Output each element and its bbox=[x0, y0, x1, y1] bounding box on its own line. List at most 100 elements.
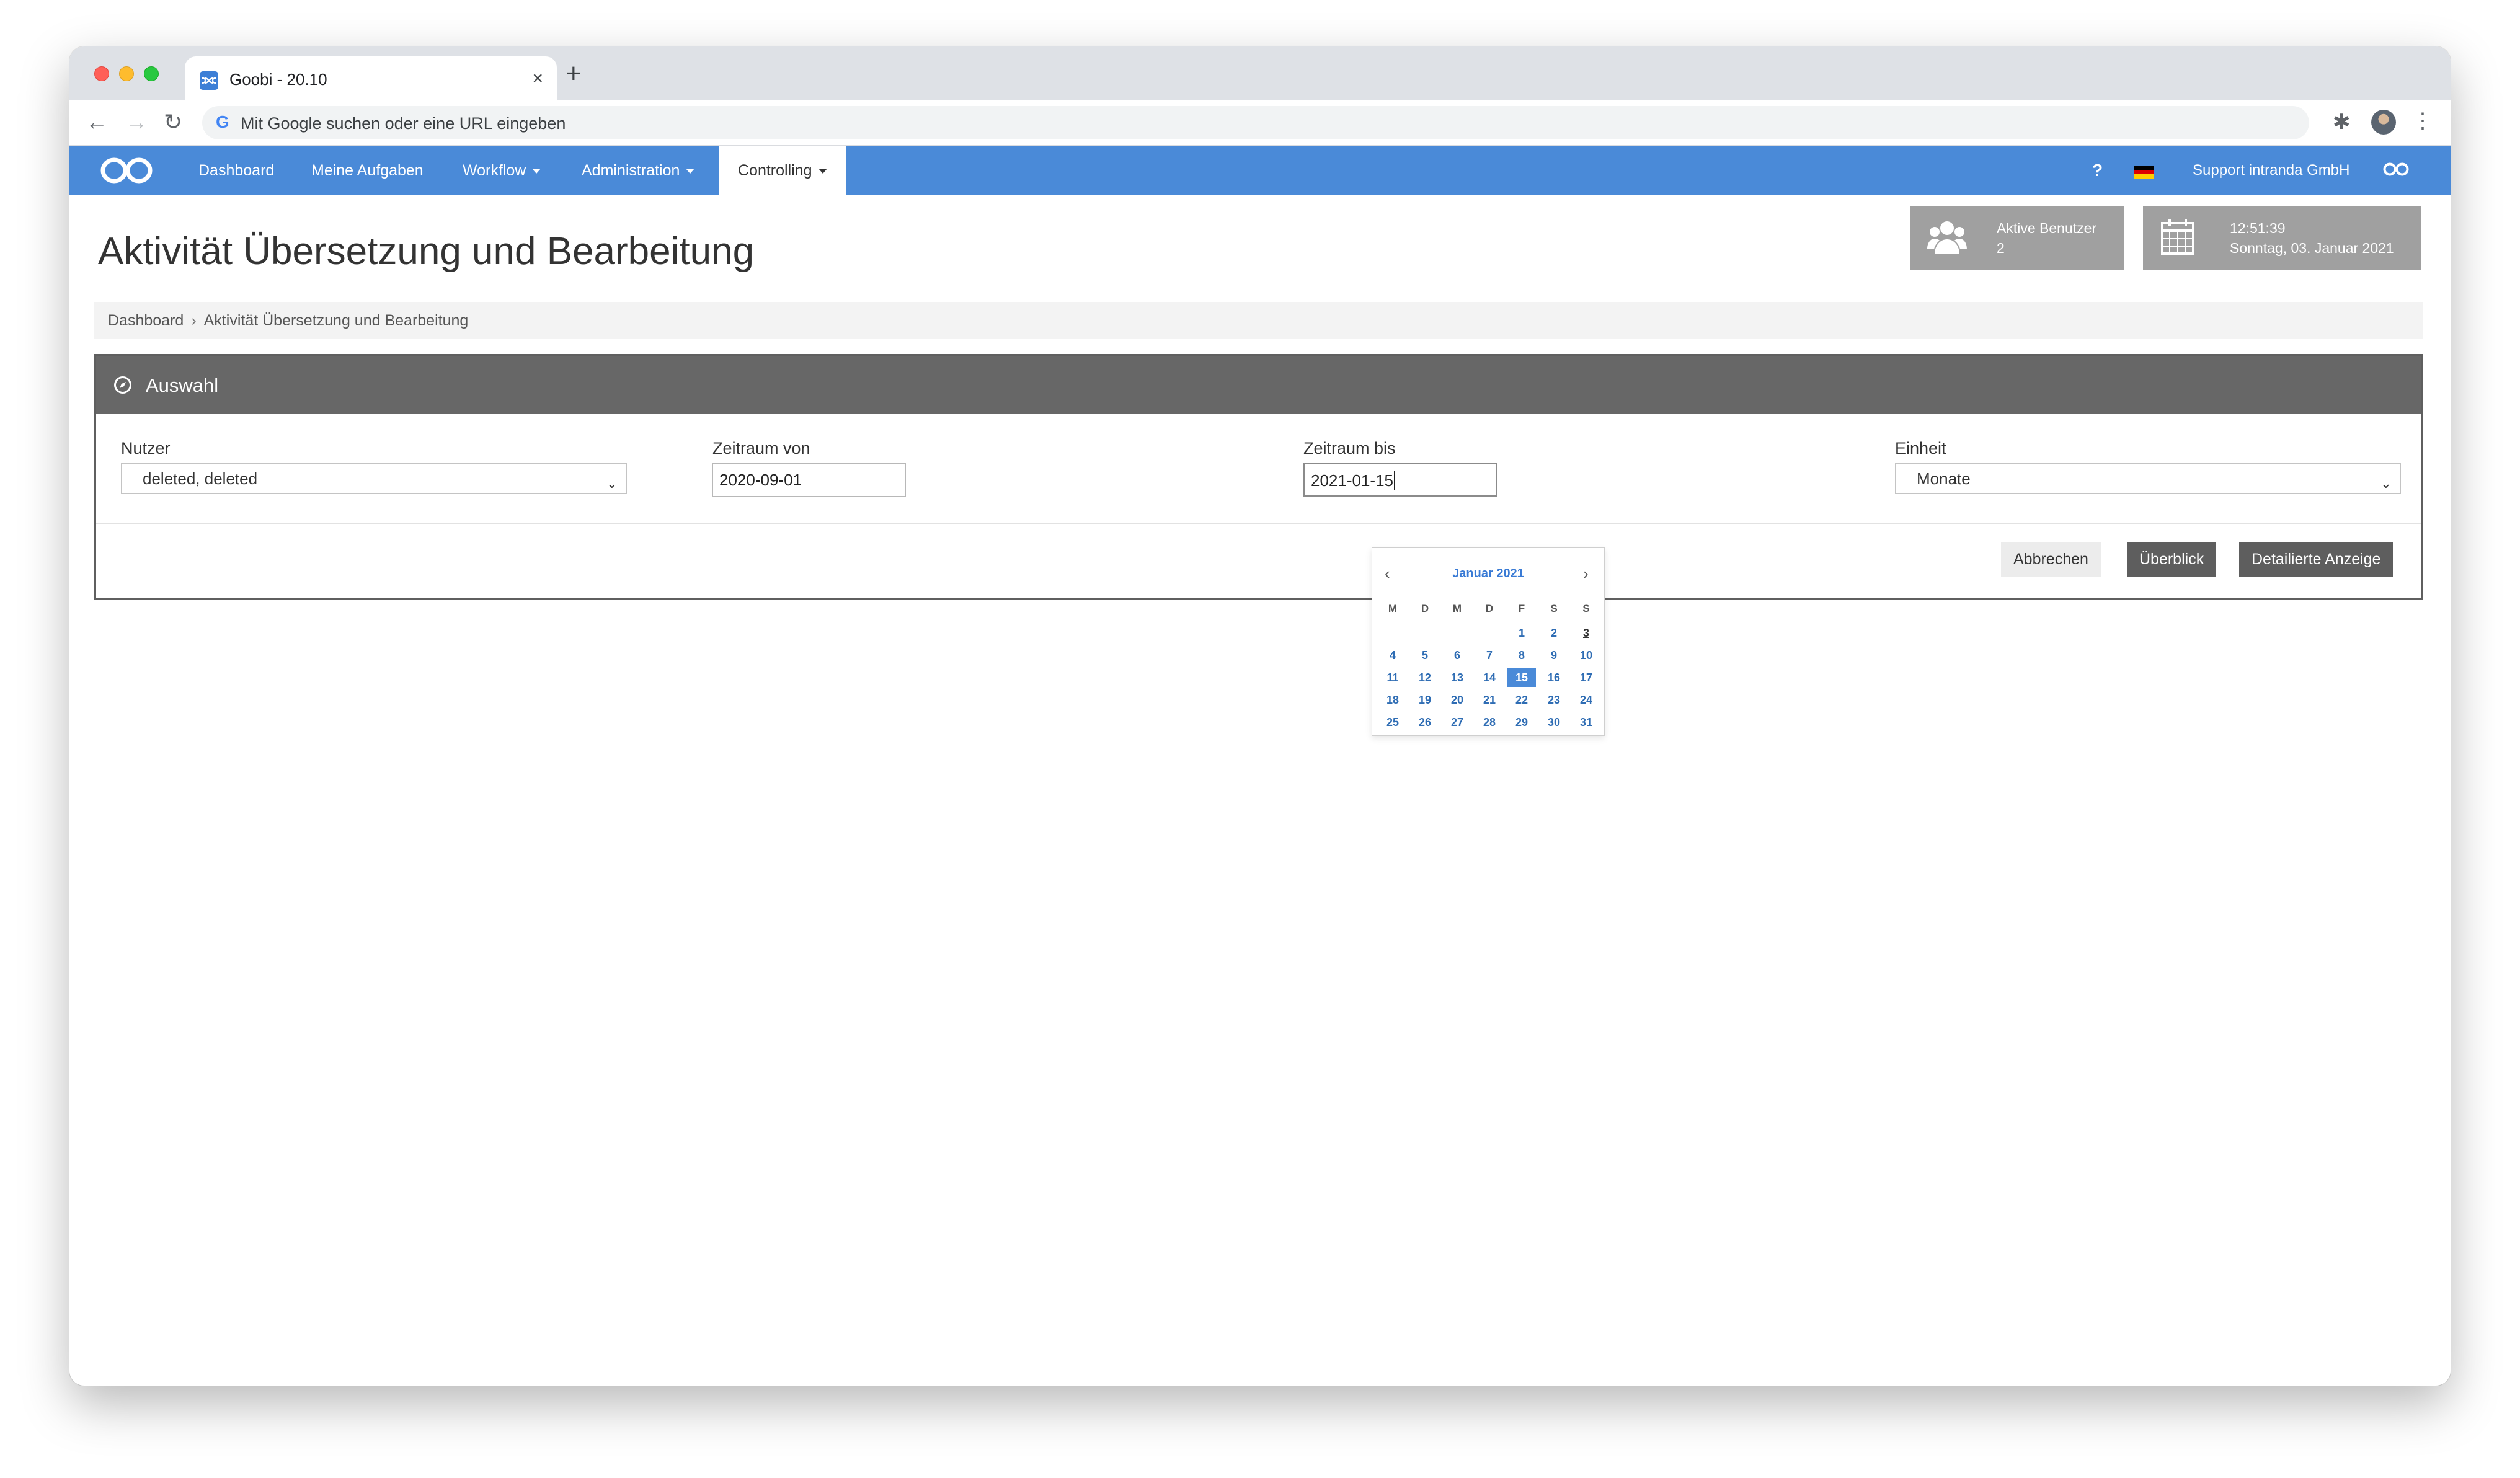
active-users-count: 2 bbox=[1997, 240, 2005, 256]
calendar-day[interactable]: 12 bbox=[1411, 668, 1439, 687]
weekday-header: D bbox=[1421, 603, 1429, 614]
nav-workflow-label: Workflow bbox=[463, 162, 526, 179]
google-icon: G bbox=[216, 112, 229, 131]
calendar-day[interactable]: 16 bbox=[1540, 668, 1568, 687]
tab-close-icon[interactable]: × bbox=[532, 68, 543, 90]
calendar-day[interactable]: 11 bbox=[1378, 668, 1407, 687]
chevron-down-icon: ⌄ bbox=[606, 476, 618, 491]
arrow-left-icon[interactable]: ← bbox=[86, 108, 108, 136]
nutzer-label: Nutzer bbox=[121, 439, 171, 458]
new-tab-button[interactable]: + bbox=[566, 60, 582, 87]
close-window-button[interactable] bbox=[94, 66, 109, 81]
address-placeholder: Mit Google suchen oder eine URL eingeben bbox=[241, 114, 566, 133]
datepicker-month-title[interactable]: Januar 2021 bbox=[1372, 567, 1604, 581]
puzzle-icon[interactable]: ✱ bbox=[2333, 110, 2351, 135]
breadcrumb: Dashboard › Aktivität Übersetzung und Bear… bbox=[94, 302, 2423, 339]
calendar-day[interactable]: 10 bbox=[1572, 646, 1600, 665]
tab-strip: Goobi - 20.10 × + bbox=[69, 46, 2451, 100]
caret-down-icon bbox=[532, 169, 541, 174]
infinity-logo-icon[interactable] bbox=[99, 154, 154, 190]
caret-down-icon bbox=[686, 169, 695, 174]
nav-workflow[interactable]: Workflow bbox=[463, 146, 541, 195]
reload-icon[interactable]: ↻ bbox=[164, 108, 182, 136]
calendar-day[interactable]: 18 bbox=[1378, 691, 1407, 709]
arrow-right-icon[interactable]: → bbox=[125, 108, 148, 136]
active-users-label: Aktive Benutzer bbox=[1997, 220, 2097, 236]
calendar-day[interactable]: 22 bbox=[1507, 691, 1536, 709]
page-title: Aktivität Übersetzung und Bearbeitung bbox=[98, 230, 755, 273]
calendar-day[interactable]: 7 bbox=[1475, 646, 1504, 665]
breadcrumb-home[interactable]: Dashboard bbox=[108, 312, 184, 329]
calendar-day[interactable]: 21 bbox=[1475, 691, 1504, 709]
chevron-down-icon: ⌄ bbox=[2380, 476, 2392, 491]
calendar-day[interactable]: 8 bbox=[1507, 646, 1536, 665]
tab-title: Goobi - 20.10 bbox=[229, 70, 327, 89]
einheit-label: Einheit bbox=[1895, 439, 1946, 458]
zeitraum-bis-label: Zeitraum bis bbox=[1303, 439, 1396, 458]
calendar-day[interactable]: 17 bbox=[1572, 668, 1600, 687]
nutzer-selected-value: deleted, deleted bbox=[143, 469, 258, 488]
kebab-menu-icon[interactable]: ⋮ bbox=[2412, 108, 2433, 133]
browser-tab[interactable]: Goobi - 20.10 × bbox=[185, 56, 557, 100]
calendar-day-selected[interactable]: 15 bbox=[1507, 668, 1536, 687]
calendar-day[interactable]: 6 bbox=[1443, 646, 1471, 665]
nav-dashboard[interactable]: Dashboard bbox=[198, 146, 274, 195]
calendar-day[interactable]: 5 bbox=[1411, 646, 1439, 665]
selection-panel: Auswahl Nutzer deleted, deleted ⌄ Zeitra… bbox=[94, 354, 2423, 600]
main-navbar: Dashboard Meine Aufgaben Workflow Admini… bbox=[69, 146, 2451, 195]
breadcrumb-current: Aktivität Übersetzung und Bearbeitung bbox=[203, 312, 469, 329]
calendar-day[interactable]: 25 bbox=[1378, 713, 1407, 732]
browser-window: Goobi - 20.10 × + ← → ↻ G Mit Google suc… bbox=[69, 46, 2451, 1386]
profile-avatar[interactable] bbox=[2371, 110, 2396, 135]
users-icon bbox=[1927, 218, 1967, 260]
address-bar[interactable]: G Mit Google suchen oder eine URL eingeb… bbox=[202, 106, 2309, 139]
nav-meine-aufgaben[interactable]: Meine Aufgaben bbox=[311, 146, 424, 195]
weekday-header: S bbox=[1582, 603, 1590, 614]
calendar-day[interactable]: 20 bbox=[1443, 691, 1471, 709]
next-month-button[interactable]: › bbox=[1583, 564, 1589, 583]
zeitraum-bis-value: 2021-01-15 bbox=[1311, 471, 1393, 490]
calendar-day[interactable]: 31 bbox=[1572, 713, 1600, 732]
user-menu[interactable]: Support intranda GmbH bbox=[2193, 146, 2349, 195]
weekday-header: M bbox=[1388, 603, 1398, 614]
german-flag-icon[interactable] bbox=[2134, 166, 2154, 179]
active-users-widget: Aktive Benutzer 2 bbox=[1910, 206, 2124, 270]
calendar-day[interactable]: 28 bbox=[1475, 713, 1504, 732]
calendar-day[interactable]: 3 bbox=[1572, 624, 1600, 642]
date-widget: 12:51:39 Sonntag, 03. Januar 2021 bbox=[2143, 206, 2421, 270]
calendar-day[interactable]: 1 bbox=[1507, 624, 1536, 642]
zeitraum-bis-input[interactable]: 2021-01-15 bbox=[1303, 463, 1497, 497]
weekday-header: F bbox=[1518, 603, 1525, 614]
calendar-day[interactable]: 29 bbox=[1507, 713, 1536, 732]
calendar-day[interactable]: 19 bbox=[1411, 691, 1439, 709]
calendar-day[interactable]: 13 bbox=[1443, 668, 1471, 687]
einheit-select[interactable]: Monate ⌄ bbox=[1895, 463, 2401, 494]
detailed-view-button[interactable]: Detailierte Anzeige bbox=[2239, 542, 2394, 577]
minimize-window-button[interactable] bbox=[119, 66, 134, 81]
calendar-day[interactable]: 30 bbox=[1540, 713, 1568, 732]
goobi-favicon-icon bbox=[200, 71, 218, 90]
nutzer-select[interactable]: deleted, deleted ⌄ bbox=[121, 463, 627, 494]
calendar-day[interactable]: 23 bbox=[1540, 691, 1568, 709]
calendar-day[interactable]: 14 bbox=[1475, 668, 1504, 687]
calendar-day[interactable]: 9 bbox=[1540, 646, 1568, 665]
nav-controlling[interactable]: Controlling bbox=[719, 146, 846, 195]
panel-divider bbox=[96, 523, 2421, 524]
weekday-header: M bbox=[1452, 603, 1462, 614]
zeitraum-von-input[interactable]: 2020-09-01 bbox=[712, 463, 906, 497]
infinity-small-icon[interactable] bbox=[2382, 161, 2410, 181]
calendar-day[interactable]: 2 bbox=[1540, 624, 1568, 642]
overview-button[interactable]: Überblick bbox=[2127, 542, 2217, 577]
maximize-window-button[interactable] bbox=[144, 66, 159, 81]
calendar-day[interactable]: 4 bbox=[1378, 646, 1407, 665]
nav-administration[interactable]: Administration bbox=[582, 146, 695, 195]
cancel-button[interactable]: Abbrechen bbox=[2001, 542, 2101, 577]
panel-title: Auswahl bbox=[146, 374, 219, 396]
calendar-day[interactable]: 26 bbox=[1411, 713, 1439, 732]
help-icon[interactable]: ? bbox=[2092, 161, 2103, 180]
datepicker-popup: ‹ Januar 2021 › M D M D F S S 1 2 3 4 5 6 7 8 9 10 11 12 13… bbox=[1372, 547, 1605, 736]
clock-time: 12:51:39 bbox=[2230, 220, 2286, 236]
calendar-day[interactable]: 27 bbox=[1443, 713, 1471, 732]
breadcrumb-separator: › bbox=[191, 312, 197, 329]
calendar-day[interactable]: 24 bbox=[1572, 691, 1600, 709]
